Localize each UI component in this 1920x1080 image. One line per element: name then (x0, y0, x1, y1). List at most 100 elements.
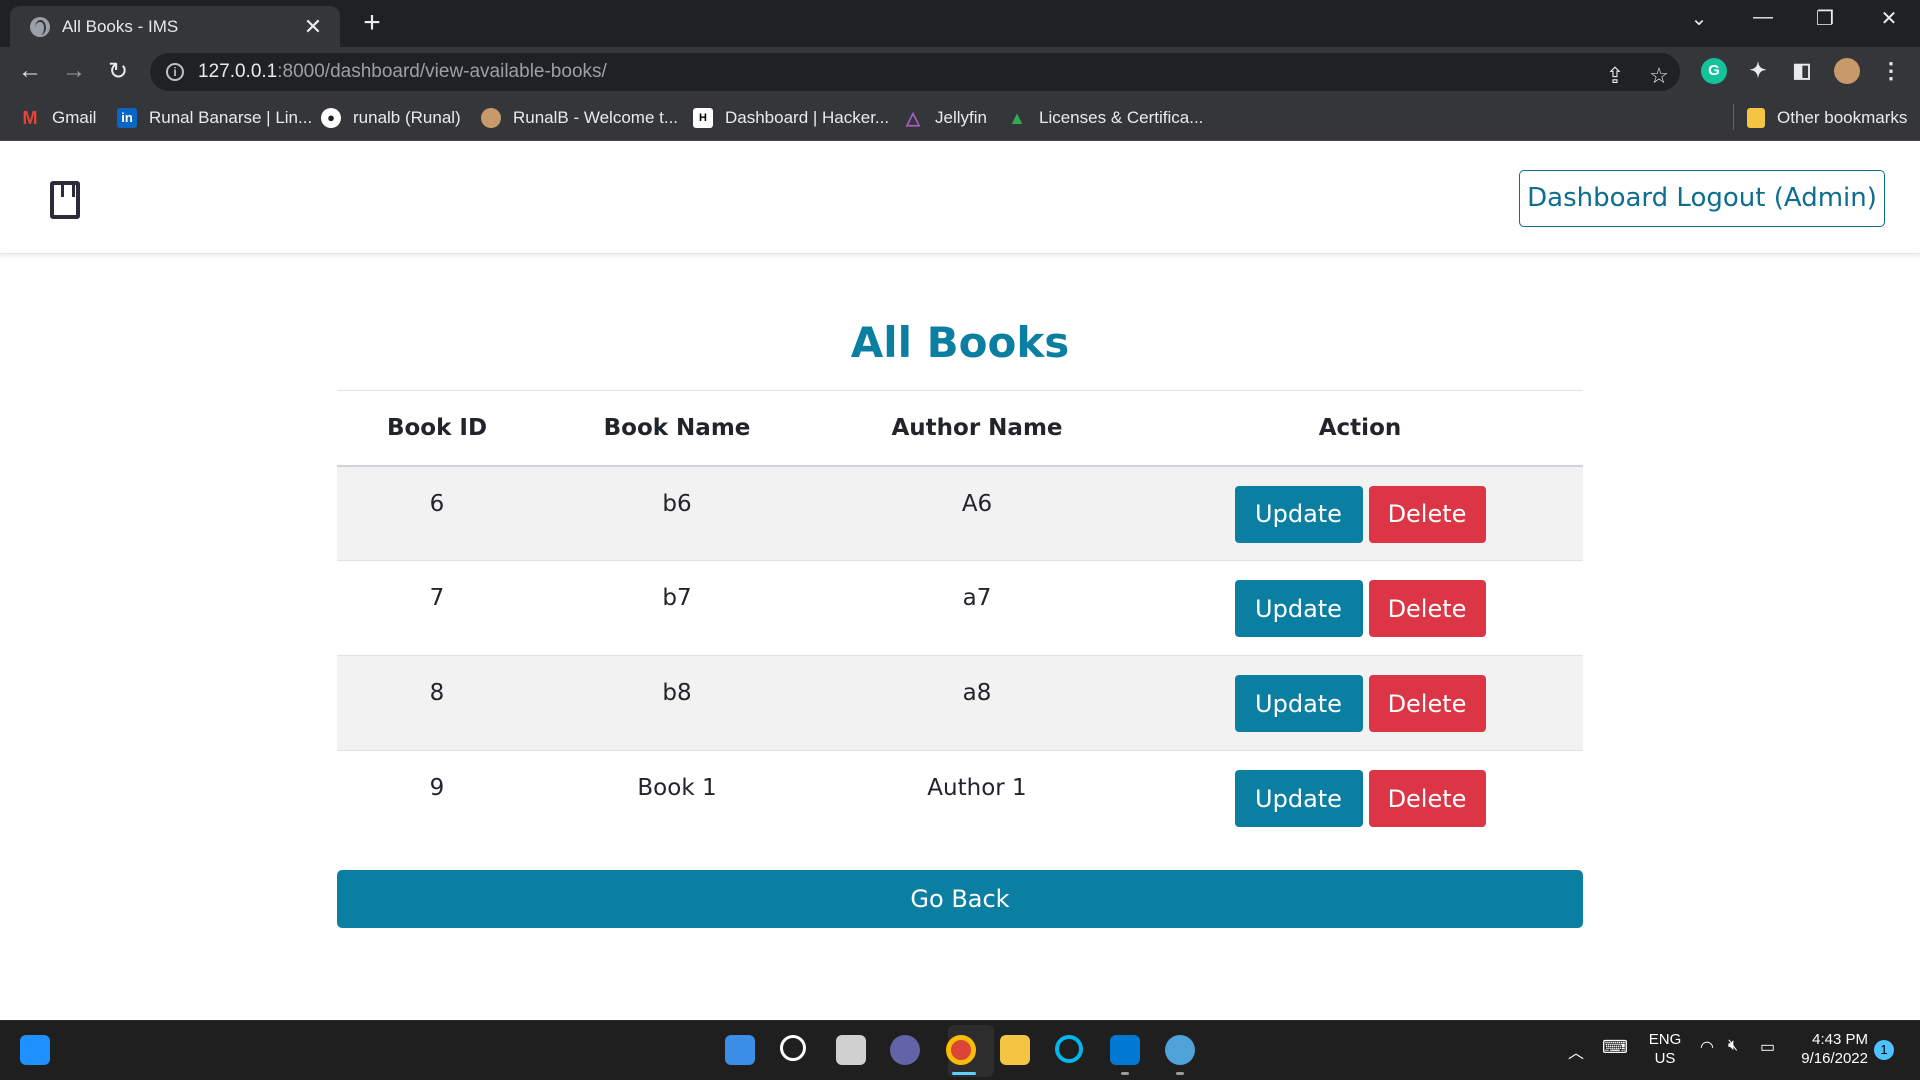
other-bookmarks[interactable]: Other bookmarks (1747, 108, 1907, 128)
windows-taskbar: ︿ ⌨ ENG US ◠ 🔇︎ ▭ 4:43 PM 9/16/2022 (0, 1020, 1920, 1080)
tab-search-icon[interactable]: ⌄ (1674, 6, 1724, 31)
bookmark-linkedin[interactable]: in Runal Banarse | Lin... (117, 108, 312, 128)
grammarly-icon[interactable]: G (1701, 58, 1727, 84)
author-name-cell: A6 (817, 465, 1137, 561)
column-header-action: Action (1137, 390, 1583, 467)
bookmark-github[interactable]: ● runalb (Runal) (321, 108, 461, 128)
tray-overflow-chevron-icon[interactable]: ︿ (1568, 1039, 1584, 1063)
page-title: All Books (850, 318, 1070, 367)
share-icon[interactable]: ⇪ (1600, 63, 1630, 89)
bookmark-star-icon[interactable]: ☆ (1644, 63, 1674, 89)
language-indicator[interactable]: ENG US (1645, 1031, 1685, 1067)
vscode-icon[interactable] (1110, 1035, 1140, 1065)
update-button[interactable]: Update (1234, 485, 1363, 543)
clock-time: 4:43 PM (1812, 1031, 1868, 1048)
minimize-icon[interactable]: — (1738, 6, 1788, 29)
windows-start-icon[interactable] (725, 1035, 755, 1065)
gmail-icon: M (22, 108, 38, 128)
bookmark-licenses[interactable]: ▲ Licenses & Certifica... (1007, 108, 1203, 128)
avatar-icon (481, 108, 501, 128)
keyboard-icon[interactable]: ⌨ (1602, 1037, 1628, 1058)
menu-kebab-icon[interactable]: ⋮ (1878, 58, 1904, 84)
teams-chat-icon[interactable] (890, 1035, 920, 1065)
clock[interactable]: 4:43 PM 9/16/2022 (1792, 1031, 1868, 1067)
bookmark-gmail[interactable]: M Gmail (20, 108, 97, 128)
books-table: Book ID Book Name Author Name Action 6 b… (337, 390, 1583, 846)
app-navbar: Dashboard Logout (Admin) (0, 141, 1920, 254)
task-view-icon[interactable] (836, 1035, 866, 1065)
bookmark-jellyfin[interactable]: △ Jellyfin (903, 108, 987, 128)
browser-tab-strip: All Books - IMS ✕ + ⌄ — ❐ ✕ (0, 0, 1920, 47)
close-window-icon[interactable]: ✕ (1864, 6, 1914, 31)
tab-title: All Books - IMS (62, 16, 179, 36)
book-id-cell: 7 (337, 560, 537, 656)
reload-icon[interactable]: ↻ (102, 57, 134, 86)
chrome-running-indicator (952, 1072, 976, 1075)
clock-date: 9/16/2022 (1801, 1050, 1868, 1067)
extensions-icon[interactable]: ✦ (1745, 58, 1771, 84)
update-button[interactable]: Update (1234, 580, 1363, 637)
delete-button[interactable]: Delete (1368, 580, 1486, 637)
browser-toolbar: ← → ↻ i 127.0.0.1:8000/dashboard/view-av… (0, 47, 1920, 96)
bookmark-label: runalb (Runal) (353, 108, 461, 127)
widgets-icon[interactable] (20, 1035, 50, 1065)
github-icon: ● (321, 108, 341, 128)
new-tab-button[interactable]: + (357, 6, 387, 40)
other-bookmarks-label: Other bookmarks (1777, 108, 1908, 127)
paint-running-indicator (1176, 1072, 1184, 1075)
globe-icon (30, 16, 50, 37)
delete-button[interactable]: Delete (1368, 675, 1486, 732)
table-header-row: Book ID Book Name Author Name Action (337, 390, 1583, 467)
paint-icon[interactable] (1165, 1035, 1195, 1065)
forward-icon[interactable]: → (58, 57, 90, 85)
browser-tab[interactable]: All Books - IMS ✕ (10, 6, 340, 47)
tab-close-icon[interactable]: ✕ (300, 14, 326, 40)
file-explorer-icon[interactable] (1000, 1035, 1030, 1065)
notification-badge[interactable]: 1 (1874, 1040, 1894, 1060)
action-cell: Update Delete (1137, 655, 1583, 751)
column-header-book-name: Book Name (537, 390, 817, 467)
hackerrank-icon: H (693, 108, 713, 128)
side-panel-icon[interactable]: ◧ (1789, 58, 1815, 84)
bookmark-label: RunalB - Welcome t... (513, 108, 679, 127)
book-logo-icon[interactable] (50, 181, 80, 219)
site-info-icon[interactable]: i (166, 63, 184, 81)
wifi-icon[interactable]: ◠ (1700, 1037, 1714, 1057)
bookmarks-divider (1733, 104, 1734, 130)
folder-icon (1747, 108, 1765, 128)
battery-icon[interactable]: ▭ (1760, 1037, 1775, 1057)
author-name-cell: a7 (817, 560, 1137, 656)
dashboard-logout-button[interactable]: Dashboard Logout (Admin) (1519, 170, 1885, 227)
bookmarks-bar: M Gmail in Runal Banarse | Lin... ● runa… (0, 96, 1920, 141)
update-button[interactable]: Update (1234, 770, 1363, 827)
bookmark-hackerrank[interactable]: H Dashboard | Hacker... (693, 108, 889, 128)
linkedin-icon: in (117, 108, 137, 128)
back-icon[interactable]: ← (14, 57, 46, 85)
profile-avatar[interactable] (1834, 58, 1860, 84)
address-bar[interactable]: i 127.0.0.1:8000/dashboard/view-availabl… (150, 53, 1680, 91)
bookmark-label: Dashboard | Hacker... (725, 108, 890, 127)
url-path: :8000/dashboard/view-available-books/ (277, 61, 607, 82)
url-host: 127.0.0.1 (198, 61, 278, 82)
update-button[interactable]: Update (1234, 675, 1363, 732)
search-icon[interactable] (780, 1035, 806, 1061)
action-cell: Update Delete (1137, 750, 1583, 846)
author-name-cell: Author 1 (817, 750, 1137, 846)
delete-button[interactable]: Delete (1368, 770, 1486, 827)
jellyfin-icon: △ (906, 108, 920, 128)
table-row: 8 b8 a8 Update Delete (337, 655, 1583, 751)
books-table-container: Book ID Book Name Author Name Action 6 b… (337, 390, 1583, 846)
restore-icon[interactable]: ❐ (1800, 6, 1850, 31)
book-id-cell: 9 (337, 750, 537, 846)
action-cell: Update Delete (1137, 465, 1583, 561)
volume-muted-icon[interactable]: 🔇︎ (1728, 1037, 1738, 1055)
book-name-cell: b8 (537, 655, 817, 751)
vscode-running-indicator (1121, 1072, 1129, 1075)
google-drive-icon: ▲ (1008, 108, 1026, 128)
delete-button[interactable]: Delete (1368, 485, 1486, 543)
bookmark-runalb[interactable]: RunalB - Welcome t... (481, 108, 678, 128)
cortana-icon[interactable] (1055, 1035, 1083, 1063)
book-name-cell: b6 (537, 465, 817, 561)
chrome-icon[interactable] (946, 1035, 976, 1065)
go-back-button[interactable]: Go Back (337, 870, 1583, 928)
